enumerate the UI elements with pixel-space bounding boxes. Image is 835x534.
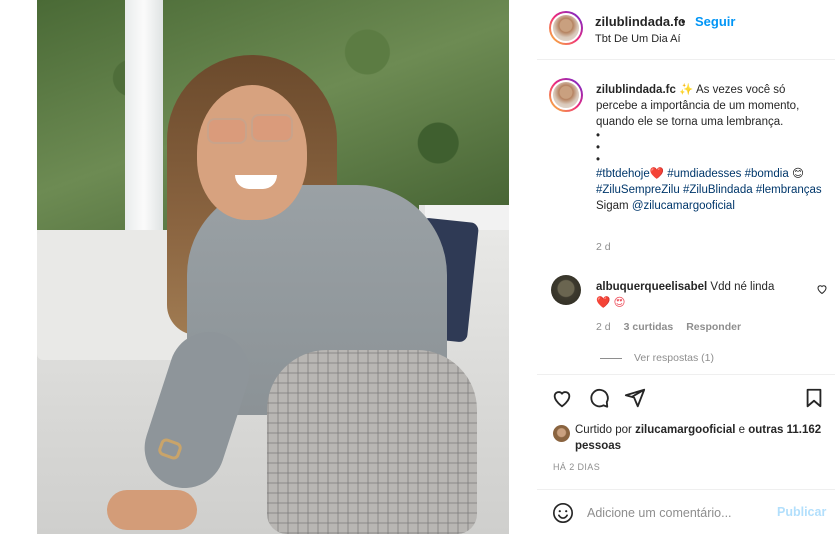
caption-author-avatar[interactable] [549,78,583,112]
likes-summary: Curtido por zilucamargooficial e outras … [575,422,825,454]
comment-timestamp[interactable]: 2 d [596,321,611,333]
follow-button[interactable]: Seguir [695,14,735,29]
heart-emoji: ❤️ [649,168,665,180]
caption-dot: • [596,130,601,142]
comment-meta: 2 d 3 curtidas Responder [596,321,741,333]
white-pillar [125,0,163,250]
add-comment-box: Publicar [537,489,835,534]
caption-dot: • [596,154,601,166]
post-caption: zilublindada.fc ✨ As vezes você só perce… [596,82,830,214]
post-location[interactable]: Tbt De Um Dia Aí [595,33,681,45]
publish-button[interactable]: Publicar [777,505,826,519]
hashtag-link[interactable]: #ZiluSempreZilu [596,184,680,196]
heart-icon[interactable] [551,387,573,409]
liker-avatar[interactable] [553,425,570,442]
replies-line [600,357,622,359]
post-date[interactable]: HÁ 2 DIAS [553,462,600,472]
view-replies-label[interactable]: Ver respostas (1) [634,352,714,364]
reply-button[interactable]: Responder [686,321,741,333]
hashtag-link[interactable]: #tbtdehoje [596,168,650,180]
hashtag-link[interactable]: #bomdia [745,168,789,180]
caption-dot: • [596,142,601,154]
comment-icon[interactable] [588,387,610,409]
caption-username[interactable]: zilublindada.fc [596,84,676,96]
post-header: zilublindada.fc • Seguir Tbt De Um Dia A… [537,0,835,60]
author-username[interactable]: zilublindada.fc [595,14,685,29]
share-icon[interactable] [624,387,646,409]
commenter-avatar[interactable] [551,275,581,305]
commenter-username[interactable]: albuquerqueelisabel [596,281,707,293]
caption-dots: • • • [596,130,830,166]
comment-emojis: ❤️ 😍 [596,297,626,309]
right-gutter [509,0,537,534]
view-replies[interactable]: Ver respostas (1) [600,352,714,364]
caption-timestamp[interactable]: 2 d [596,241,611,253]
likes-connector: e [738,424,746,436]
author-avatar[interactable] [549,11,583,45]
comment-likes[interactable]: 3 curtidas [624,321,674,333]
hashtag-link[interactable]: #ZiluBlindada [683,184,753,196]
comment-input[interactable] [587,502,767,524]
post-side-panel: zilublindada.fc • Seguir Tbt De Um Dia A… [537,0,835,534]
post-video[interactable] [37,0,509,534]
hashtag-link[interactable]: #lembranças [756,184,822,196]
likes-prefix: Curtido por [575,424,632,436]
caption-hashtags: #tbtdehoje❤️ #umdiadesses #bomdia 😊 #Zil… [596,166,830,214]
follow-text: Sigam [596,200,629,212]
comment-like-icon[interactable] [816,283,828,295]
mention-link[interactable]: @zilucamargooficial [632,200,735,212]
comment-body: Vdd né linda [710,281,775,293]
liker-username[interactable]: zilucamargooficial [635,424,735,436]
glasses-left-lens [207,118,247,144]
plaid-pants [267,350,477,534]
hand [107,490,197,530]
sparkles-emoji: ✨ [679,84,694,96]
separator-dot: • [681,14,686,29]
hashtag-link[interactable]: #umdiadesses [667,168,741,180]
woman-face [197,85,307,220]
bookmark-icon[interactable] [803,387,825,409]
left-gutter [0,0,37,534]
glasses-right-lens [251,114,293,142]
smile-emoji: 😊 [791,168,804,180]
emoji-icon[interactable] [552,502,574,524]
comment: albuquerqueelisabel Vdd né linda ❤️ 😍 [596,279,806,311]
action-bar [537,374,835,418]
